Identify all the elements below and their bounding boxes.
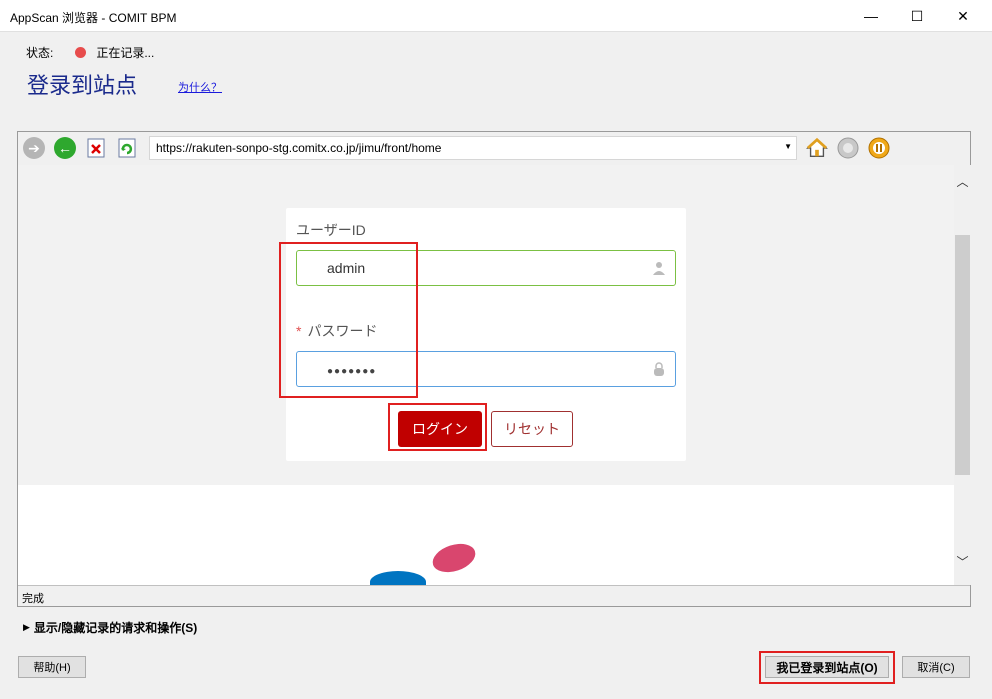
browser-viewport: ユーザーID admin * パスワード ●●●●●●● ログイン リセット — [18, 165, 954, 585]
recording-status: 状态: 正在记录... — [26, 44, 154, 61]
why-link[interactable]: 为什么？ — [178, 79, 222, 95]
browser-statusbar: 完成 — [18, 585, 970, 606]
pause-icon[interactable] — [868, 137, 890, 159]
stop-record-icon[interactable] — [837, 137, 859, 159]
refresh-page-icon[interactable] — [116, 137, 138, 159]
maximize-button[interactable]: ☐ — [894, 0, 940, 32]
cancel-button[interactable]: 取消(C) — [902, 656, 970, 678]
expand-triangle-icon: ▶ — [23, 622, 30, 632]
page-title: 登录到站点 — [27, 74, 138, 99]
status-value: 正在记录... — [96, 46, 155, 60]
close-button[interactable]: ✕ — [940, 0, 986, 32]
page-lower-area — [18, 485, 954, 585]
scroll-up-icon[interactable]: ︿ — [954, 173, 971, 189]
forward-icon[interactable]: ➔ — [23, 137, 45, 159]
window-titlebar: AppScan 浏览器 - COMIT BPM — ☐ ✕ — [0, 0, 992, 32]
minimize-button[interactable]: — — [848, 0, 894, 32]
address-bar[interactable]: https://rakuten-sonpo-stg.comitx.co.jp/j… — [149, 136, 797, 160]
toggle-requests-label: 显示/隐藏记录的请求和操作(S) — [33, 621, 198, 635]
scroll-down-icon[interactable]: ﹀ — [954, 553, 971, 569]
highlight-credentials-box — [279, 242, 418, 398]
back-icon[interactable]: ← — [54, 137, 76, 159]
window-title: AppScan 浏览器 - COMIT BPM — [10, 11, 177, 25]
status-label: 状态: — [26, 46, 54, 60]
stop-page-icon[interactable] — [85, 137, 107, 159]
scroll-thumb[interactable] — [955, 235, 970, 475]
help-button[interactable]: 帮助(H) — [18, 656, 86, 678]
vertical-scrollbar[interactable]: ︿ ﹀ — [954, 165, 971, 585]
home-icon[interactable] — [806, 137, 828, 159]
recording-dot-icon — [75, 47, 87, 58]
logged-in-button[interactable]: 我已登录到站点(O) — [765, 656, 889, 678]
toggle-requests-row[interactable]: ▶ 显示/隐藏记录的请求和操作(S) — [23, 619, 197, 636]
address-url: https://rakuten-sonpo-stg.comitx.co.jp/j… — [156, 141, 442, 155]
browser-status-text: 完成 — [22, 593, 44, 605]
user-icon — [653, 261, 665, 275]
user-id-label: ユーザーID — [296, 222, 366, 238]
reset-button[interactable]: リセット — [491, 411, 573, 447]
highlight-login-box — [388, 403, 487, 451]
lock-icon — [653, 362, 665, 376]
embedded-browser: ➔ ← https://rakuten-sonpo-stg.comitx.co.… — [17, 131, 971, 607]
dropdown-arrow-icon[interactable]: ▼ — [784, 142, 792, 151]
browser-toolbar: ➔ ← https://rakuten-sonpo-stg.comitx.co.… — [18, 132, 970, 165]
